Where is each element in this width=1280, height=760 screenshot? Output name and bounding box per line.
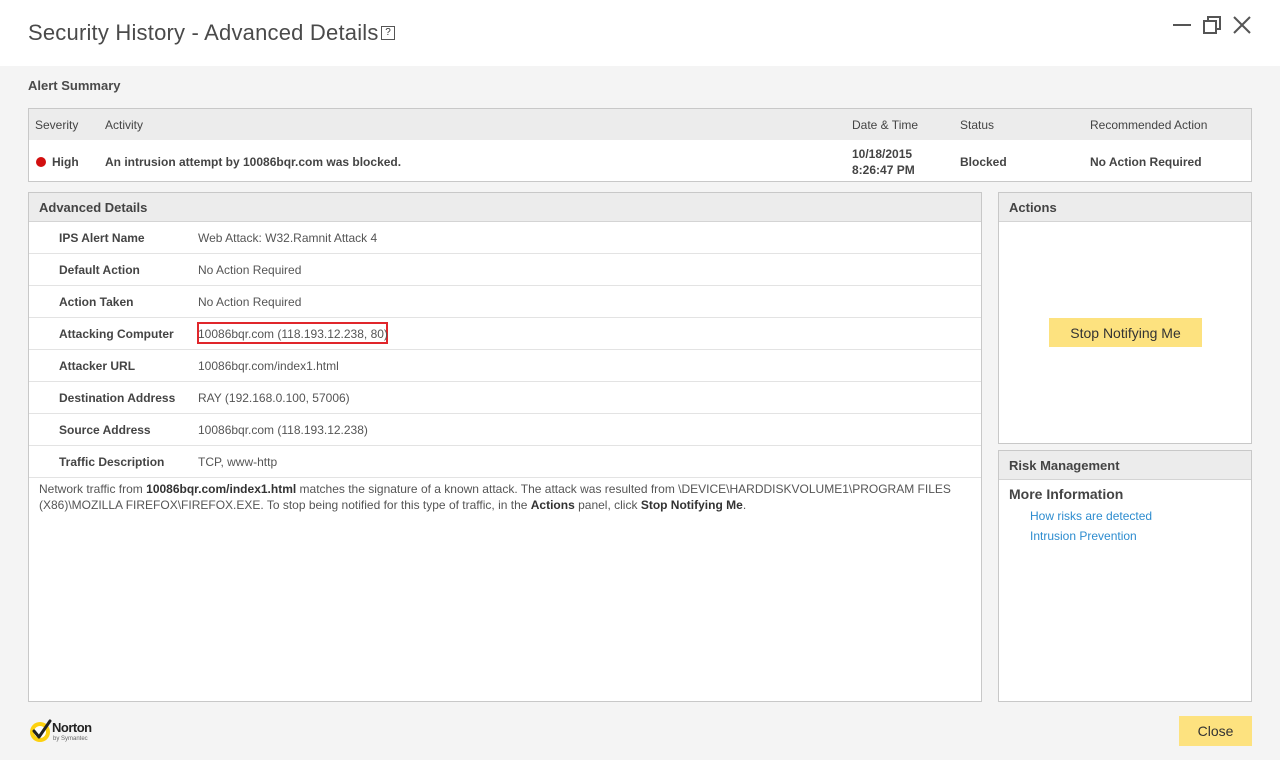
desc-text: Network traffic from (39, 482, 147, 496)
severity-dot-icon (36, 157, 46, 167)
window-title: Security History - Advanced Details (28, 20, 379, 45)
table-header: Severity Activity Date & Time Status Rec… (29, 109, 1251, 140)
desc-stop-word: Stop Notifying Me (640, 498, 743, 512)
detail-row-source-address: Source Address 10086bqr.com (118.193.12.… (29, 414, 981, 446)
column-header-status: Status (960, 118, 995, 132)
minimize-icon[interactable] (1171, 14, 1193, 36)
actions-title: Actions (999, 193, 1251, 222)
alert-summary-title: Alert Summary (28, 78, 121, 93)
help-icon[interactable]: ? (381, 26, 395, 40)
detail-label: Default Action (59, 263, 140, 277)
actions-panel: Actions Stop Notifying Me (998, 192, 1252, 444)
time-value: 8:26:47 PM (852, 163, 915, 177)
detail-row-destination-address: Destination Address RAY (192.168.0.100, … (29, 382, 981, 414)
detail-row-ips-alert-name: IPS Alert Name Web Attack: W32.Ramnit At… (29, 222, 981, 254)
close-icon[interactable] (1231, 14, 1253, 36)
close-button[interactable]: Close (1179, 716, 1252, 746)
stop-notifying-button[interactable]: Stop Notifying Me (1049, 318, 1202, 347)
recommended-action-value: No Action Required (1090, 155, 1202, 169)
advanced-details-panel: Advanced Details IPS Alert Name Web Atta… (28, 192, 982, 702)
norton-logo: Norton by Symantec (28, 717, 100, 747)
detail-label: Traffic Description (59, 455, 165, 469)
column-header-date-time: Date & Time (852, 118, 919, 132)
activity-value: An intrusion attempt by 10086bqr.com was… (105, 155, 402, 169)
column-header-activity: Activity (105, 118, 144, 132)
detail-label: Attacking Computer (59, 327, 174, 341)
desc-url: 10086bqr.com/index1.html (146, 482, 297, 496)
detail-label: IPS Alert Name (59, 231, 145, 245)
detail-row-attacking-computer: Attacking Computer 10086bqr.com (118.193… (29, 318, 981, 350)
title-bar: Security History - Advanced Details ? (0, 0, 1280, 66)
detail-value: No Action Required (198, 263, 302, 277)
detail-value: Web Attack: W32.Ramnit Attack 4 (198, 231, 378, 245)
detail-label: Action Taken (59, 295, 134, 309)
detail-value: 10086bqr.com (118.193.12.238, 80) (198, 327, 388, 341)
alert-summary-table: Severity Activity Date & Time Status Rec… (28, 108, 1252, 182)
detail-description: Network traffic from 10086bqr.com/index1… (39, 481, 959, 513)
link-intrusion-prevention[interactable]: Intrusion Prevention (1030, 529, 1137, 543)
detail-value: RAY (192.168.0.100, 57006) (198, 391, 350, 405)
risk-management-panel: Risk Management More Information How ris… (998, 450, 1252, 702)
detail-row-traffic-description: Traffic Description TCP, www-http (29, 446, 981, 478)
status-value: Blocked (960, 155, 1007, 169)
restore-icon[interactable] (1201, 14, 1223, 36)
column-header-recommended-action: Recommended Action (1090, 118, 1208, 132)
detail-value: 10086bqr.com/index1.html (198, 359, 339, 373)
norton-subtitle: by Symantec (53, 736, 88, 742)
column-header-severity: Severity (35, 118, 79, 132)
advanced-details-title: Advanced Details (29, 193, 981, 222)
desc-text: . (742, 498, 747, 512)
more-information-heading: More Information (1009, 486, 1124, 502)
detail-label: Destination Address (59, 391, 176, 405)
detail-row-attacker-url: Attacker URL 10086bqr.com/index1.html (29, 350, 981, 382)
date-value: 10/18/2015 (852, 147, 913, 161)
risk-management-title: Risk Management (999, 451, 1251, 480)
detail-value: 10086bqr.com (118.193.12.238) (198, 423, 368, 437)
detail-label: Source Address (59, 423, 151, 437)
norton-check-icon (30, 719, 52, 742)
detail-row-default-action: Default Action No Action Required (29, 254, 981, 286)
severity-value: High (52, 155, 79, 169)
norton-name: Norton (52, 720, 92, 735)
detail-value: TCP, www-http (198, 455, 278, 469)
desc-actions-word: Actions (530, 498, 575, 512)
detail-value: No Action Required (198, 295, 302, 309)
detail-label: Attacker URL (59, 359, 136, 373)
table-row[interactable]: High An intrusion attempt by 10086bqr.co… (29, 140, 1251, 182)
detail-row-action-taken: Action Taken No Action Required (29, 286, 981, 318)
desc-text: panel, click (574, 498, 641, 512)
link-how-risks-detected[interactable]: How risks are detected (1030, 509, 1152, 523)
